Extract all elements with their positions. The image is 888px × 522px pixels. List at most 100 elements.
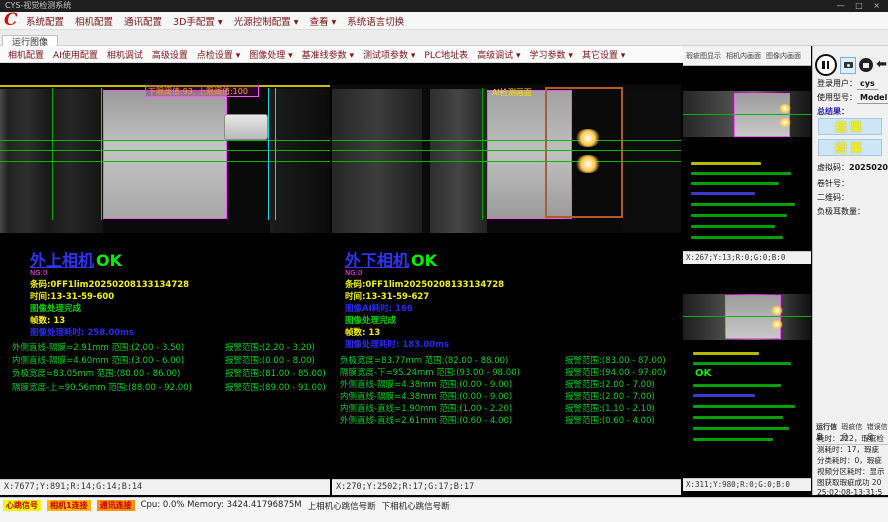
tab-glow [779, 118, 791, 127]
back-arrow-icon[interactable]: ⬅ [876, 58, 887, 72]
tab-count-label: 负极耳数量： [817, 206, 865, 217]
camera-view-lower: AI检测画面 外下相机OK NG:0 条码:0FF1lim20250208133… [332, 63, 681, 495]
thumb-text-line [693, 394, 755, 397]
inspected-cell [103, 90, 227, 219]
tab-glow [779, 104, 791, 113]
maximize-icon[interactable]: □ [855, 1, 867, 10]
toolbar-camera-config[interactable]: 相机配置 [8, 48, 44, 61]
thumb-text-line [691, 182, 779, 185]
thumb-text-line [693, 362, 791, 365]
control-icon-row: ⬅ [815, 54, 887, 76]
thumb-text-line [691, 214, 787, 217]
barcode-line: 条码:0FF1lim20250208133134728 [30, 278, 189, 290]
toolbar-advanced-debug[interactable]: 高级调试 ▾ [477, 48, 520, 61]
menu-item-comm-config[interactable]: 通讯配置 [124, 14, 162, 28]
time-line: 时间:13-31-59-600 [30, 290, 114, 302]
menu-item-view[interactable]: 查看 ▾ [310, 14, 337, 28]
toolbar-learning-params[interactable]: 学习参数 ▾ [530, 48, 573, 61]
result-box-lower: 结果 [818, 139, 882, 156]
time-line: 时间:13-31-59-627 [345, 290, 429, 302]
minimize-icon[interactable]: — [837, 1, 849, 10]
overlay-green-hline [0, 150, 330, 151]
toolbar-test-params[interactable]: 测试项参数 ▾ [363, 48, 415, 61]
alarm-range: 报警范围:(1.10 - 2.10) [565, 402, 655, 414]
overlay-green-hline [683, 114, 811, 115]
alarm-range: 报警范围:(94.00 - 97.00) [565, 366, 666, 378]
thumb-text-line [693, 405, 795, 408]
thumb-text-line [693, 416, 783, 419]
ok-badge: OK [695, 368, 711, 379]
heartbeat-badge: 心跳信号 [3, 500, 41, 511]
thumb-text-line [691, 203, 795, 206]
tab-glow [575, 155, 601, 173]
monitor-icon[interactable] [859, 58, 873, 72]
toolbar-image-process[interactable]: 图像处理 ▾ [249, 48, 292, 61]
process-time-line: 图像处理耗时: 258.00ms [30, 326, 134, 338]
toolbar-advanced-settings[interactable]: 高级设置 [152, 48, 188, 61]
measure-label: 负极宽度=83.77mm 范围:(82.00 - 88.00) [340, 356, 508, 366]
tab-strip: 运行图像 [0, 30, 888, 46]
camera-icon[interactable] [840, 57, 857, 74]
alarm-range: 报警范围:(81.00 - 85.00) [225, 367, 326, 379]
defect-display-label: 瑕疵图显示 [686, 51, 721, 61]
thumbnail-column: 瑕疵图显示 相机内画面 图像内画面 X:267;Y:13;R:0;G:0;B:0 [683, 46, 811, 495]
overlay-cyan-vline [275, 88, 276, 220]
thumb-text-line [693, 384, 781, 387]
tab-glow [771, 306, 783, 315]
measurement-row: 隔膜宽度-下=95.24mm 范围:(93.00 - 98.00) 报警范围:(… [340, 366, 689, 378]
alarm-range: 报警范围:(89.00 - 91.00) [225, 381, 326, 393]
menu-item-language-switch[interactable]: 系统语言切换 [347, 14, 404, 28]
thumb-text-line [693, 352, 759, 355]
toolbar-plc-address[interactable]: PLC地址表 [424, 48, 468, 61]
camera-image-lower[interactable]: AI检测画面 [332, 85, 681, 233]
measurement-row: 负极宽度=83.77mm 范围:(82.00 - 88.00) 报警范围:(83… [340, 354, 689, 366]
overlay-cyan-vline [268, 88, 269, 220]
needle-number-label: 卷针号： [817, 178, 849, 189]
alarm-range: 报警范围:(83.00 - 87.00) [565, 354, 666, 366]
thumb-tab-image-view[interactable]: 图像内画面 [766, 51, 801, 61]
comm-connect-badge: 通讯连接 [97, 500, 135, 511]
pixel-status-bar: X:311;Y:980;R:0;G:0;B:0 [683, 478, 811, 491]
menu-item-light-control[interactable]: 光源控制配置 ▾ [234, 14, 299, 28]
overlay-green-hline [332, 140, 681, 141]
barcode-line: 条码:0FF1lim20250208133134728 [345, 278, 504, 290]
login-user-value: cys [857, 79, 878, 90]
thumb-tab-camera-view[interactable]: 相机内画面 [726, 51, 761, 61]
overlay-green-hline [0, 161, 330, 162]
thumb-text-line [691, 192, 755, 195]
toolbar-other-settings[interactable]: 其它设置 ▾ [582, 48, 625, 61]
frame-count-line: 帧数: 13 [30, 314, 65, 326]
ai-time-line: 图像AI耗时: 166 [345, 302, 413, 314]
menu-item-camera-config[interactable]: 相机配置 [75, 14, 113, 28]
thumb-text-line [691, 162, 761, 165]
camera-name: 外下相机 [345, 251, 409, 270]
pause-icon[interactable] [815, 54, 837, 76]
toolbar-baseline-params[interactable]: 基准线参数 ▾ [302, 48, 354, 61]
menu-item-system-config[interactable]: 系统配置 [26, 14, 64, 28]
window-title: CYS-视觉检测系统 [5, 1, 71, 10]
toolbar-camera-debug[interactable]: 相机调试 [107, 48, 143, 61]
close-icon[interactable]: × [873, 1, 884, 10]
camera-image-upper[interactable]: 下限阈值:93, 上限阈值:100 [0, 85, 330, 233]
camera-result-title: 外上相机OK [30, 247, 122, 271]
upper-camera-heartbeat-text: 上相机心跳信号断 [308, 500, 376, 512]
thumbnail-camera-bottom[interactable]: OK [683, 264, 811, 478]
thumb-text-line [691, 225, 775, 228]
pixel-status-bar: X:7677;Y:891;R:14;G:14;B:14 [0, 479, 330, 495]
measurement-row: 外侧直线-直线=2.61mm 范围:(0.60 - 4.00) 报警范围:(0.… [340, 414, 689, 426]
ai-view-label: AI检测画面 [492, 87, 532, 98]
overlay-green-vline [52, 88, 53, 220]
alarm-range: 报警范围:(2.00 - 7.00) [565, 378, 655, 390]
overlay-green-hline [332, 161, 681, 162]
login-user-label: 登录用户： [817, 79, 857, 88]
measure-label: 内侧直线-隔膜=4.38mm 范围:(0.00 - 9.00) [340, 392, 512, 402]
result-box-upper: 结果 [818, 118, 882, 135]
overlay-green-hline [683, 316, 811, 317]
menu-item-3d-hand-config[interactable]: 3D手配置 ▾ [173, 14, 223, 28]
measurement-row: 内侧直线-隔膜=4.38mm 范围:(0.00 - 9.00) 报警范围:(2.… [340, 390, 689, 402]
alarm-range: 报警范围:(0.60 - 4.00) [565, 414, 655, 426]
camera-view-upper: 下限阈值:93, 上限阈值:100 外上相机OK NG:0 条码:0FF1lim… [0, 63, 330, 495]
toolbar-ai-config[interactable]: AI使用配置 [53, 48, 98, 61]
thumbnail-camera-top[interactable] [683, 66, 811, 251]
toolbar-spot-check[interactable]: 点检设置 ▾ [197, 48, 240, 61]
